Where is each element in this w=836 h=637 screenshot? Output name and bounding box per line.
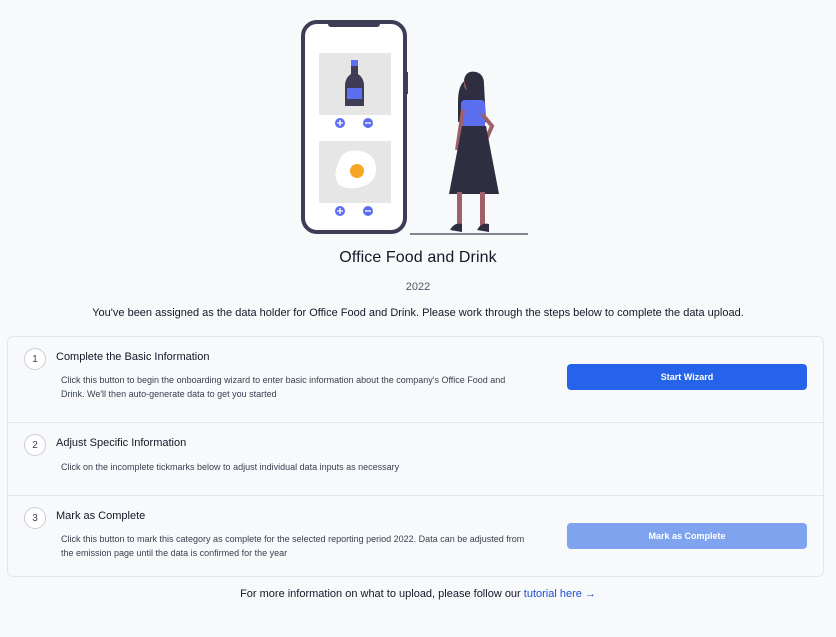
minus-icon[interactable] [363, 118, 373, 128]
footer-help-text: For more information on what to upload, … [0, 588, 836, 600]
minus-icon[interactable] [363, 206, 373, 216]
step-3: 3 Mark as Complete Click this button to … [8, 496, 823, 576]
step-description: Click this button to begin the onboardin… [61, 375, 506, 399]
footer-text: For more information on what to upload, … [240, 588, 521, 600]
step-2: 2 Adjust Specific Information Click on t… [8, 423, 823, 496]
step-number-badge: 2 [24, 434, 46, 456]
step-title: Mark as Complete [56, 510, 146, 522]
page-title: Office Food and Drink [339, 249, 497, 266]
step-title: Adjust Specific Information [56, 437, 187, 449]
intro-text: You've been assigned as the data holder … [92, 307, 744, 319]
tutorial-link[interactable]: tutorial here → [524, 588, 596, 600]
step-number-badge: 3 [24, 507, 46, 529]
reporting-year: 2022 [405, 281, 431, 293]
plus-icon[interactable] [335, 118, 345, 128]
woman-figure-illustration [410, 71, 528, 235]
step-description: Click on the incomplete tickmarks below … [61, 462, 400, 472]
header-illustration [301, 20, 528, 235]
phone-illustration [301, 20, 408, 234]
step-title: Complete the Basic Information [56, 351, 210, 363]
steps-card: 1 Complete the Basic Information Click t… [7, 336, 824, 577]
step-1: 1 Complete the Basic Information Click t… [8, 337, 823, 423]
step-description: Click this button to mark this category … [61, 534, 525, 558]
plus-icon[interactable] [335, 206, 345, 216]
start-wizard-button[interactable]: Start Wizard [567, 364, 807, 390]
mark-as-complete-button[interactable]: Mark as Complete [567, 523, 807, 549]
step-number-badge: 1 [24, 348, 46, 370]
